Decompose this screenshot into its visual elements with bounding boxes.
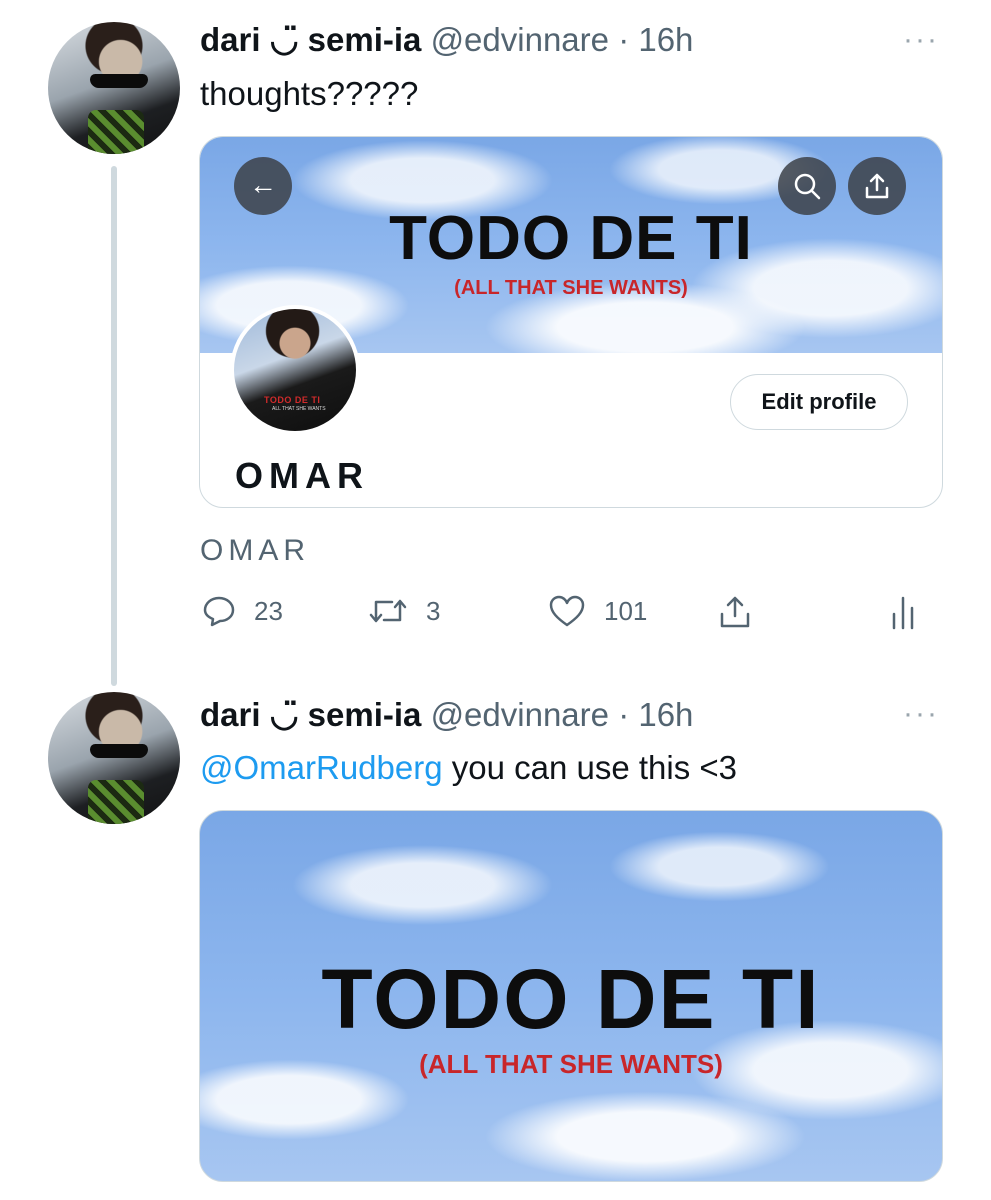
search-icon bbox=[778, 157, 836, 215]
mention-link[interactable]: @OmarRudberg bbox=[200, 749, 443, 786]
tweet-image[interactable]: TODO DE TI (ALL THAT SHE WANTS) bbox=[199, 810, 943, 1182]
retweet-icon bbox=[369, 599, 407, 623]
like-icon bbox=[549, 595, 585, 627]
tweet-timestamp[interactable]: · 16h bbox=[618, 696, 693, 733]
author-avatar[interactable] bbox=[48, 692, 180, 824]
reply-button[interactable]: 23 bbox=[202, 594, 283, 628]
tweet-text: @OmarRudberg you can use this <3 bbox=[200, 748, 737, 788]
edit-profile-button: Edit profile bbox=[730, 374, 908, 430]
share-button[interactable] bbox=[717, 594, 771, 630]
more-icon[interactable]: ··· bbox=[903, 699, 939, 729]
tweet-header: dari ◡̈ semi-ia @edvinnare · 16h bbox=[200, 20, 693, 60]
tweet-text: thoughts????? bbox=[200, 75, 419, 112]
like-count: 101 bbox=[604, 595, 648, 626]
share-icon bbox=[848, 157, 906, 215]
author-handle[interactable]: @edvinnare bbox=[431, 696, 609, 733]
profile-screenshot-image[interactable]: TODO DE TI (ALL THAT SHE WANTS) ← TODO D… bbox=[199, 136, 943, 508]
analytics-button[interactable] bbox=[890, 594, 936, 630]
profile-picture-title: TODO DE TI bbox=[264, 395, 321, 405]
reply-icon bbox=[203, 596, 235, 627]
tweet-header: dari ◡̈ semi-ia @edvinnare · 16h bbox=[200, 695, 693, 735]
author-avatar[interactable] bbox=[48, 22, 180, 154]
back-arrow-icon: ← bbox=[234, 157, 292, 215]
more-icon[interactable]: ··· bbox=[903, 25, 939, 55]
image-title: TODO DE TI bbox=[321, 952, 821, 1046]
tweet-timestamp[interactable]: · 16h bbox=[618, 21, 693, 58]
retweet-count: 3 bbox=[426, 595, 441, 626]
author-name[interactable]: dari ◡̈ semi-ia bbox=[200, 21, 421, 58]
profile-display-name: OMAR bbox=[235, 455, 369, 496]
author-name[interactable]: dari ◡̈ semi-ia bbox=[200, 696, 421, 733]
analytics-icon bbox=[892, 596, 914, 630]
share-icon bbox=[720, 596, 750, 628]
banner-title: TODO DE TI bbox=[389, 204, 753, 273]
author-handle[interactable]: @edvinnare bbox=[431, 21, 609, 58]
reply-count: 23 bbox=[254, 595, 283, 626]
image-subtitle: (ALL THAT SHE WANTS) bbox=[419, 1049, 723, 1079]
profile-picture-subtitle: ALL THAT SHE WANTS bbox=[272, 406, 326, 412]
retweet-button[interactable]: 3 bbox=[368, 594, 440, 628]
tweet-actions: 23 3 101 bbox=[0, 594, 991, 634]
banner-subtitle: (ALL THAT SHE WANTS) bbox=[454, 277, 688, 299]
tweet-text-body: you can use this <3 bbox=[442, 749, 738, 786]
like-button[interactable]: 101 bbox=[548, 594, 647, 628]
profile-picture: TODO DE TI ALL THAT SHE WANTS bbox=[230, 305, 360, 435]
link-preview-title[interactable]: OMAR bbox=[200, 534, 310, 568]
